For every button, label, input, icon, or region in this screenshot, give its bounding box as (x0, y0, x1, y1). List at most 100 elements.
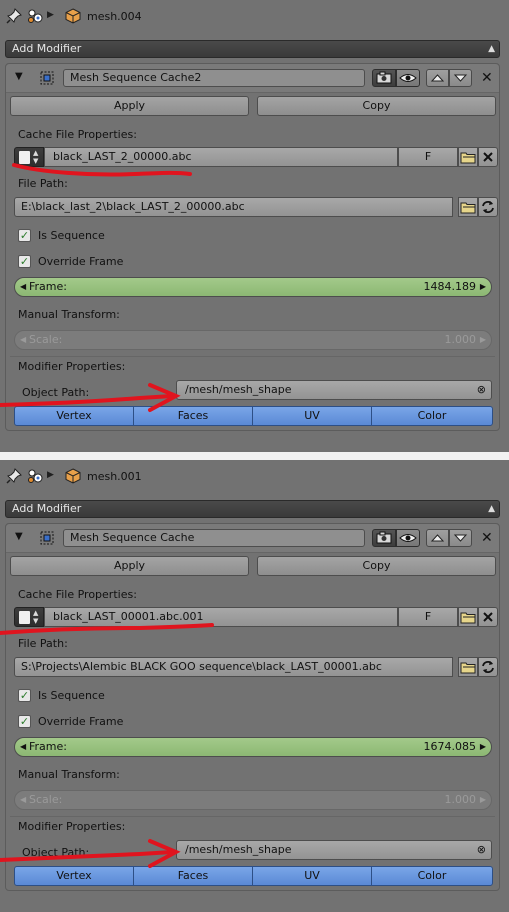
file-path-field[interactable]: E:\black_last_2\black_LAST_2_00000.abc (14, 197, 453, 217)
section-separator (10, 356, 495, 357)
viewport-toggle[interactable] (396, 69, 420, 87)
visibility-toggles (372, 69, 420, 87)
properties-header: ▶ mesh.004 (0, 0, 509, 34)
collapse-triangle-icon[interactable]: ▼ (15, 531, 23, 542)
viewport-toggle[interactable] (396, 529, 420, 547)
file-icon (19, 151, 30, 164)
color-toggle[interactable]: Color (371, 866, 493, 886)
dropdown-updown-icon: ▲ (488, 504, 495, 514)
frame-number-field[interactable]: ◀ Frame: 1674.085 ▶ (14, 737, 492, 757)
add-modifier-dropdown[interactable]: Add Modifier ▲ (5, 40, 500, 58)
reload-button[interactable] (478, 657, 498, 677)
uv-toggle[interactable]: UV (252, 866, 372, 886)
clear-icon[interactable]: ⊗ (477, 841, 486, 859)
fake-user-button[interactable]: F (398, 147, 458, 167)
add-modifier-dropdown[interactable]: Add Modifier ▲ (5, 500, 500, 518)
cache-file-name-field[interactable]: black_LAST_00001.abc.001 (44, 607, 398, 627)
is-sequence-checkbox[interactable]: ✓ Is Sequence (18, 227, 218, 245)
render-toggle[interactable] (372, 529, 396, 547)
object-path-field[interactable]: /mesh/mesh_shape ⊗ (176, 840, 492, 860)
open-file-button[interactable] (458, 607, 478, 627)
scene-icon (28, 9, 43, 23)
faces-toggle[interactable]: Faces (133, 866, 253, 886)
pin-icon[interactable] (6, 8, 22, 24)
vertex-toggle[interactable]: Vertex (14, 406, 134, 426)
clear-icon[interactable]: ⊗ (477, 381, 486, 399)
override-frame-checkbox[interactable]: ✓ Override Frame (18, 713, 218, 731)
refresh-icon (482, 201, 494, 213)
file-path-label: File Path: (18, 637, 68, 650)
cache-file-properties-label: Cache File Properties: (18, 128, 137, 141)
move-up-button[interactable] (426, 529, 449, 547)
pin-icon[interactable] (6, 468, 22, 484)
modifier-properties-panel-1: ▶ mesh.004 Add Modifier ▲ ▼ Mesh Sequenc… (0, 0, 509, 452)
increment-arrow-icon[interactable]: ▶ (480, 738, 486, 756)
frame-number-field[interactable]: ◀ Frame: 1484.189 ▶ (14, 277, 492, 297)
move-up-button[interactable] (426, 69, 449, 87)
decrement-arrow-icon[interactable]: ◀ (20, 278, 26, 296)
increment-arrow-icon: ▶ (479, 335, 486, 344)
apply-button[interactable]: Apply (10, 96, 249, 116)
x-icon (483, 152, 493, 162)
move-down-button[interactable] (449, 529, 472, 547)
unlink-button[interactable] (478, 607, 498, 627)
browse-path-button[interactable] (458, 657, 478, 677)
decrement-arrow-icon[interactable]: ◀ (20, 738, 26, 756)
reload-button[interactable] (478, 197, 498, 217)
increment-arrow-icon: ▶ (479, 795, 486, 804)
copy-button[interactable]: Copy (257, 96, 496, 116)
folder-icon (460, 662, 476, 674)
cache-file-browse[interactable]: ▲ ▼ (14, 607, 44, 627)
mesh-cache-icon (40, 531, 54, 545)
apply-button[interactable]: Apply (10, 556, 249, 576)
object-path-label: Object Path: (22, 846, 90, 859)
object-path-field[interactable]: /mesh/mesh_shape ⊗ (176, 380, 492, 400)
modifier-name-field[interactable]: Mesh Sequence Cache (63, 529, 365, 547)
cache-file-selector: ▲ ▼ black_LAST_00001.abc.001 F (14, 607, 498, 627)
open-file-button[interactable] (458, 147, 478, 167)
modifier-properties-label: Modifier Properties: (18, 360, 126, 373)
breadcrumb-arrow-icon: ▶ (47, 470, 54, 480)
file-path-field[interactable]: S:\Projects\Alembic BLACK GOO sequence\b… (14, 657, 453, 677)
browse-path-button[interactable] (458, 197, 478, 217)
is-sequence-label: Is Sequence (38, 229, 105, 242)
updown-icon: ▲ ▼ (33, 149, 39, 165)
decrement-arrow-icon: ◀ (20, 335, 27, 344)
cache-file-name-field[interactable]: black_LAST_2_00000.abc (44, 147, 398, 167)
frame-value: 1484.189 (423, 280, 477, 293)
dropdown-updown-icon: ▲ (488, 44, 495, 54)
scale-field: ◀ Scale: 1.000 ▶ (14, 330, 492, 350)
read-data-toggles: Vertex Faces UV Color (14, 406, 493, 426)
modifier-header: ▼ Mesh Sequence Cache2 ✕ (6, 64, 499, 93)
render-toggle[interactable] (372, 69, 396, 87)
faces-toggle[interactable]: Faces (133, 406, 253, 426)
breadcrumb-arrow-icon: ▶ (47, 10, 54, 20)
remove-modifier-icon[interactable]: ✕ (481, 69, 493, 87)
vertex-toggle[interactable]: Vertex (14, 866, 134, 886)
uv-toggle[interactable]: UV (252, 406, 372, 426)
camera-icon (376, 71, 392, 84)
collapse-triangle-icon[interactable]: ▼ (15, 71, 23, 82)
move-down-button[interactable] (449, 69, 472, 87)
remove-modifier-icon[interactable]: ✕ (481, 529, 493, 547)
mesh-object-icon (65, 468, 81, 484)
arrow-down-icon (453, 534, 468, 542)
folder-icon (460, 612, 476, 624)
object-name: mesh.004 (87, 10, 142, 23)
arrow-up-icon (430, 74, 445, 82)
is-sequence-label: Is Sequence (38, 689, 105, 702)
override-frame-checkbox[interactable]: ✓ Override Frame (18, 253, 218, 271)
section-separator (10, 816, 495, 817)
cache-file-browse[interactable]: ▲ ▼ (14, 147, 44, 167)
updown-icon: ▲ ▼ (33, 609, 39, 625)
modifier-properties-panel-2: ▶ mesh.001 Add Modifier ▲ ▼ Mesh Sequenc… (0, 460, 509, 912)
increment-arrow-icon[interactable]: ▶ (480, 278, 486, 296)
copy-button[interactable]: Copy (257, 556, 496, 576)
modifier-name-field[interactable]: Mesh Sequence Cache2 (63, 69, 365, 87)
is-sequence-checkbox[interactable]: ✓ Is Sequence (18, 687, 218, 705)
modifier-properties-label: Modifier Properties: (18, 820, 126, 833)
color-toggle[interactable]: Color (371, 406, 493, 426)
fake-user-button[interactable]: F (398, 607, 458, 627)
move-buttons (426, 69, 472, 87)
unlink-button[interactable] (478, 147, 498, 167)
